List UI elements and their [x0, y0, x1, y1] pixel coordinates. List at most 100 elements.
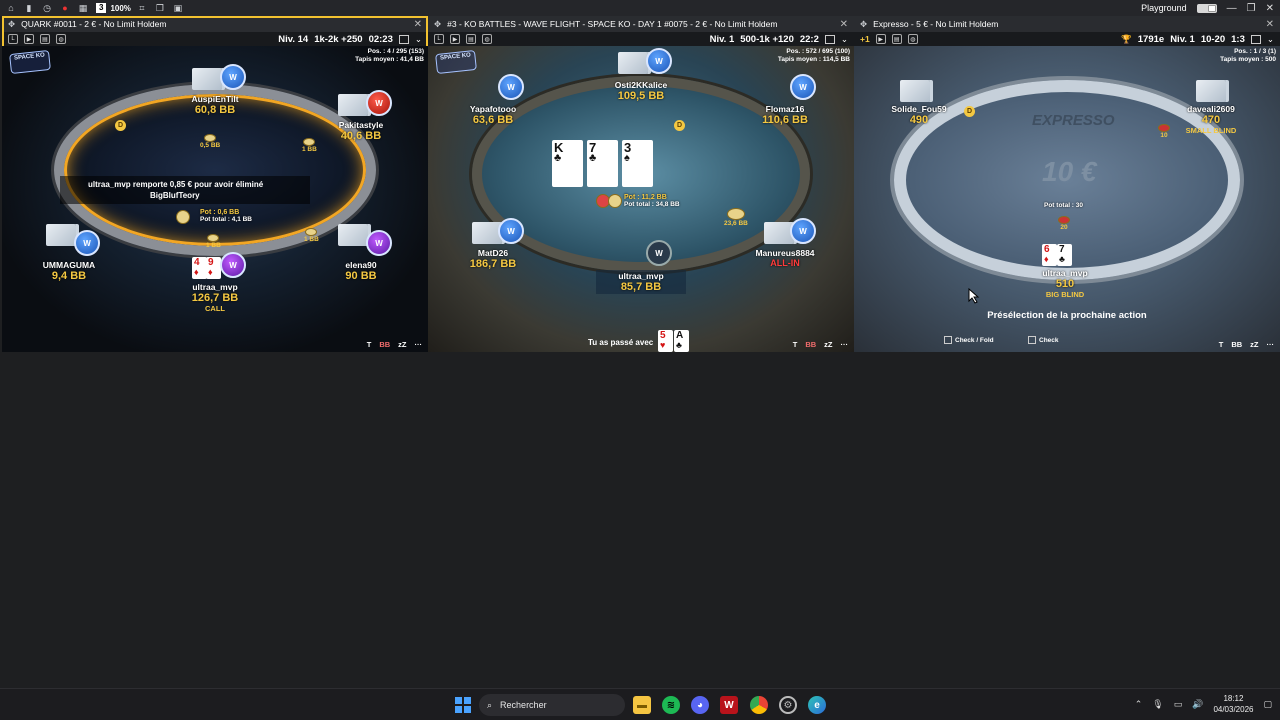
chevron-down-icon[interactable]: ⌄ [415, 34, 422, 45]
chevron-down-icon[interactable]: ⌄ [1267, 34, 1274, 45]
player-seat[interactable]: MatD26 186,7 BB [448, 248, 538, 270]
player-seat[interactable]: daveali2609 470 SMALL BLIND [1166, 104, 1256, 135]
move-icon[interactable]: ✥ [434, 19, 441, 30]
player-seat[interactable]: UMMAGUMA 9,4 BB [24, 260, 114, 282]
restore-icon[interactable]: ❐ [1247, 3, 1256, 14]
record-icon[interactable]: ● [58, 1, 72, 15]
player-avatar[interactable]: W [366, 90, 392, 116]
close-icon[interactable]: ✕ [1266, 19, 1274, 30]
player-seat[interactable]: Pakitastyle 40,6 BB [316, 120, 406, 142]
more-button[interactable]: ··· [839, 340, 851, 349]
close-icon[interactable]: ✕ [840, 19, 848, 30]
chat-icon[interactable]: ▤ [891, 34, 902, 44]
history-icon[interactable]: ◷ [40, 1, 54, 15]
player-avatar[interactable]: W [790, 74, 816, 100]
preselect-checkfold[interactable]: Check / Fold [944, 336, 994, 344]
tables-count-badge[interactable]: 3 [96, 3, 107, 13]
more-button[interactable]: ··· [413, 340, 425, 349]
play-icon[interactable]: ▶ [875, 34, 886, 44]
edge-icon[interactable]: e [808, 696, 826, 714]
crop-icon[interactable]: ⌗ [135, 1, 149, 15]
clock[interactable]: 18:12 04/03/2026 [1213, 693, 1253, 715]
bb-display-button[interactable]: BB [377, 340, 392, 349]
player-avatar[interactable]: W [498, 218, 524, 244]
more-button[interactable]: ··· [1265, 340, 1277, 349]
windows-start-icon[interactable] [454, 696, 472, 714]
palette-icon[interactable]: ◍ [482, 34, 492, 44]
player-seat[interactable]: elena90 90 BB [316, 260, 406, 282]
poker-table-2[interactable]: ✥ #3 - KO BATTLES - WAVE FLIGHT - SPACE … [428, 16, 854, 352]
plus-one-badge[interactable]: +1 [860, 34, 870, 44]
settings-gear-icon[interactable]: ⚙ [779, 696, 797, 714]
player-seat[interactable]: Flomaz16 110,6 BB [740, 104, 830, 126]
mode-toggle[interactable] [1196, 3, 1217, 13]
microphone-icon[interactable]: 🎙 [1152, 699, 1163, 710]
preselect-check[interactable]: Check [1028, 336, 1059, 344]
player-avatar[interactable]: W [366, 230, 392, 256]
notification-icon[interactable]: ▢ [1263, 699, 1272, 710]
sitout-button[interactable]: zZ [822, 340, 834, 349]
taskbar-search[interactable]: ⌕ Rechercher [479, 694, 625, 716]
palette-icon[interactable]: ◍ [907, 34, 918, 44]
chat-icon[interactable]: ▤ [40, 34, 50, 44]
bb-display-button[interactable]: BB [1229, 340, 1244, 349]
bb-display-button[interactable]: BB [803, 340, 818, 349]
play-icon[interactable]: ▶ [24, 34, 34, 44]
sitout-button[interactable]: zZ [1248, 340, 1260, 349]
table-titlebar[interactable]: ✥ QUARK #0011 - 2 € - No Limit Holdem ✕ [2, 16, 428, 32]
layout-icon[interactable] [398, 34, 409, 44]
winamax-icon[interactable]: W [720, 696, 738, 714]
player-seat[interactable]: Osti2KKalice 109,5 BB [596, 80, 686, 102]
player-avatar[interactable]: W [220, 64, 246, 90]
volume-icon[interactable]: 🔊 [1192, 699, 1203, 710]
timebank-button[interactable]: T [1217, 340, 1226, 349]
hero-avatar[interactable]: W [646, 240, 672, 266]
checkbox[interactable] [944, 336, 952, 344]
info-icon[interactable]: L [8, 34, 18, 44]
layout-icon[interactable] [1250, 34, 1261, 44]
minimize-icon[interactable]: — [1227, 3, 1237, 14]
chat-icon[interactable]: ▤ [466, 34, 476, 44]
hero-seat[interactable]: ultraa_mvp 126,7 BB CALL [170, 282, 260, 313]
grid-icon[interactable]: ▦ [76, 1, 90, 15]
discord-icon[interactable]: ◕ [691, 696, 709, 714]
player-avatar[interactable]: W [498, 74, 524, 100]
info-icon[interactable]: L [434, 34, 444, 44]
hero-avatar[interactable]: W [220, 252, 246, 278]
player-avatar[interactable]: W [790, 218, 816, 244]
player-avatar[interactable]: W [646, 48, 672, 74]
chevron-down-icon[interactable]: ⌄ [841, 34, 848, 45]
player-seat[interactable]: Solide_Fou59 490 [874, 104, 964, 126]
move-icon[interactable]: ✥ [860, 19, 867, 30]
player-seat[interactable]: Yapafotooo 63,6 BB [448, 104, 538, 126]
network-icon[interactable]: ▭ [1174, 699, 1183, 710]
hero-seat[interactable]: ultraa_mvp 85,7 BB [596, 270, 686, 294]
close-icon[interactable]: ✕ [1266, 3, 1274, 14]
sitout-button[interactable]: zZ [396, 340, 408, 349]
table-titlebar[interactable]: ✥ Expresso - 5 € - No Limit Holdem ✕ [854, 16, 1280, 32]
table-titlebar[interactable]: ✥ #3 - KO BATTLES - WAVE FLIGHT - SPACE … [428, 16, 854, 32]
poker-table-1[interactable]: ✥ QUARK #0011 - 2 € - No Limit Holdem ✕ … [2, 16, 428, 352]
spotify-icon[interactable]: ≋ [662, 696, 680, 714]
home-icon[interactable]: ⌂ [4, 1, 18, 15]
timebank-button[interactable]: T [365, 340, 374, 349]
timebank-button[interactable]: T [791, 340, 800, 349]
player-avatar[interactable]: W [74, 230, 100, 256]
checkbox[interactable] [1028, 336, 1036, 344]
hero-seat[interactable]: ultraa_mvp 510 BIG BLIND [1020, 268, 1110, 299]
panel-icon[interactable]: ▣ [171, 1, 185, 15]
zoom-level[interactable]: 100% [110, 4, 130, 13]
palette-icon[interactable]: ◍ [56, 34, 66, 44]
player-seat[interactable]: Manureus8884 ALL-IN [740, 248, 830, 268]
close-icon[interactable]: ✕ [414, 19, 422, 30]
move-icon[interactable]: ✥ [8, 19, 15, 30]
play-icon[interactable]: ▶ [450, 34, 460, 44]
layout-icon[interactable] [824, 34, 835, 44]
poker-table-3[interactable]: ✥ Expresso - 5 € - No Limit Holdem ✕ +1 … [854, 16, 1280, 352]
username[interactable]: Playground [1141, 3, 1187, 13]
tile-icon[interactable]: ❐ [153, 1, 167, 15]
chevron-up-icon[interactable]: ⌃ [1135, 699, 1143, 710]
stats-icon[interactable]: ▮ [22, 1, 36, 15]
file-explorer-icon[interactable]: ▬ [633, 696, 651, 714]
player-seat[interactable]: AuspiEnTilt 60,8 BB [170, 94, 260, 116]
